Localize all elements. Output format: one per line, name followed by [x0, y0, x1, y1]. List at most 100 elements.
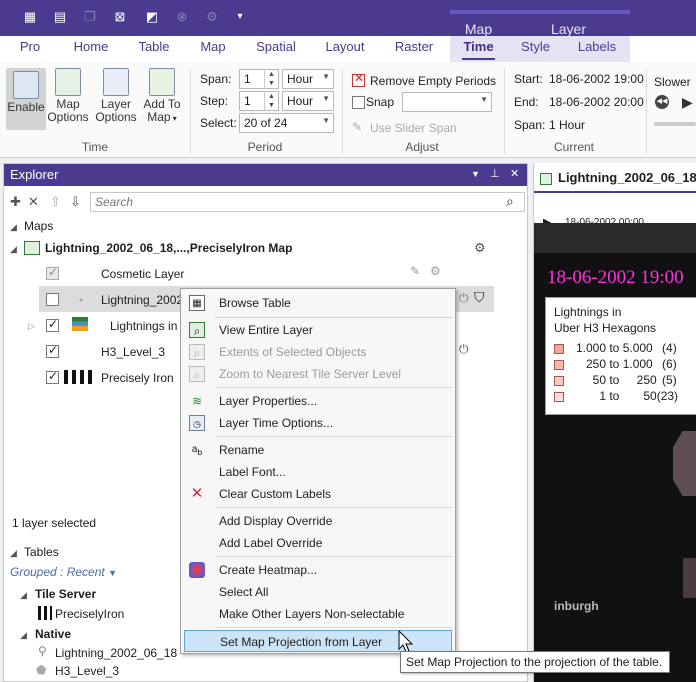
snap-select[interactable]: ▼ [402, 92, 492, 112]
add-icon[interactable]: ✚ [10, 194, 21, 210]
collapse-triangle-icon[interactable]: ◢ [10, 244, 17, 255]
snap-checkbox[interactable] [352, 96, 365, 109]
enable-time-button[interactable]: Enable [6, 68, 46, 130]
step-stepper[interactable]: 1 ▲ ▼ [239, 91, 279, 111]
maps-section-label: Maps [24, 219, 54, 233]
menu-browse-table[interactable]: ▦ Browse Table [181, 292, 455, 314]
panel-menu-icon[interactable]: ▼ [471, 169, 480, 179]
map-options-button[interactable]: Map Options [46, 68, 90, 124]
map-time-slider[interactable]: ▶ 18-06-2002 00:00 [534, 193, 696, 230]
delete-table-icon[interactable]: ⊠ [112, 9, 128, 25]
layer-name[interactable]: Precisely Iron [101, 371, 174, 385]
tab-table[interactable]: Table [132, 36, 176, 62]
menu-create-heatmap[interactable]: Create Heatmap... [181, 559, 455, 581]
collapse-triangle-icon[interactable]: ◢ [20, 630, 27, 641]
map-window-tab[interactable]: Lightning_2002_06_18,... [534, 163, 696, 193]
menu-label-font[interactable]: Label Font... [181, 461, 455, 483]
menu-extents-selected[interactable]: ⌕ Extents of Selected Objects [181, 341, 455, 363]
map-canvas-strip [534, 223, 696, 253]
tab-pro[interactable]: Pro [14, 36, 46, 62]
filter-icon[interactable]: ⛉ [474, 289, 485, 306]
move-up-icon[interactable]: ⇧ [50, 194, 61, 210]
layer-visibility-checkbox[interactable] [46, 293, 59, 306]
native-group[interactable]: Native [35, 627, 71, 641]
pin-icon[interactable]: ⊥ [490, 167, 500, 180]
hexagon-feature[interactable] [683, 558, 696, 598]
context-group-layer: Layer [507, 10, 630, 37]
menu-view-entire-layer[interactable]: ⌕ View Entire Layer [181, 319, 455, 341]
time-enabled-icon[interactable]: ⏻ [459, 291, 469, 306]
collapse-triangle-icon[interactable]: ◢ [10, 548, 17, 559]
hexagon-feature[interactable] [673, 431, 696, 496]
table-item[interactable]: H3_Level_3 [55, 664, 119, 678]
layer-visibility-checkbox[interactable] [46, 317, 59, 332]
map-window[interactable]: Lightning_2002_06_18,... ▶ 18-06-2002 00… [533, 163, 696, 682]
span-unit-select[interactable]: Hour ▼ [282, 69, 334, 89]
menu-layer-properties[interactable]: ≋ Layer Properties... [181, 390, 455, 412]
menu-make-non-selectable[interactable]: Make Other Layers Non-selectable [181, 603, 455, 625]
menu-add-display-override[interactable]: Add Display Override [181, 510, 455, 532]
tab-spatial[interactable]: Spatial [250, 36, 302, 62]
clock-icon [13, 71, 39, 99]
speed-slider[interactable] [654, 122, 696, 126]
expand-triangle-icon[interactable]: ▷ [28, 321, 35, 332]
settings-icon[interactable]: ⚙ [204, 9, 220, 25]
move-down-icon[interactable]: ⇩ [70, 194, 81, 210]
close-icon[interactable]: ✕ [510, 167, 519, 180]
map-settings-icon[interactable]: ⚙ [474, 240, 490, 255]
rewind-icon[interactable]: ◀◀ [655, 95, 669, 109]
layer-name[interactable]: H3_Level_3 [101, 345, 165, 359]
app-grid-icon[interactable]: ▦ [22, 9, 38, 25]
layer-name[interactable]: Cosmetic Layer [101, 267, 184, 281]
stepper-arrows-icon[interactable]: ▲ ▼ [264, 92, 278, 110]
menu-add-label-override[interactable]: Add Label Override [181, 532, 455, 554]
collapse-triangle-icon[interactable]: ◢ [20, 590, 27, 601]
map-node-name[interactable]: Lightning_2002_06_18,...,PreciselyIron M… [45, 241, 292, 255]
menu-layer-time-options[interactable]: ◷ Layer Time Options... [181, 412, 455, 434]
tab-labels[interactable]: Labels [564, 36, 630, 62]
layer-visibility-checkbox[interactable] [46, 369, 59, 384]
table-item[interactable]: PreciselyIron [55, 607, 124, 621]
tab-map[interactable]: Map [192, 36, 234, 62]
step-unit-select[interactable]: Hour ▼ [282, 91, 334, 111]
menu-rename[interactable]: ab Rename [181, 439, 455, 461]
tab-style[interactable]: Style [507, 36, 564, 62]
layer-visibility-checkbox[interactable] [46, 343, 59, 358]
legend-row: 1.000 to 5.000 (4) [554, 340, 688, 356]
tab-layout[interactable]: Layout [318, 36, 372, 62]
tab-home[interactable]: Home [66, 36, 116, 62]
layer-options-button[interactable]: Layer Options [94, 68, 138, 124]
layer-style-icon[interactable]: ⚙ [430, 264, 441, 278]
cancel-icon[interactable]: ⊗ [174, 9, 190, 25]
add-to-map-button[interactable]: Add To Map ▾ [140, 68, 184, 125]
copy-icon[interactable]: ❐ [82, 9, 98, 25]
layer-name[interactable]: Lightnings in [110, 319, 177, 333]
menu-zoom-tile-level[interactable]: ⌕ Zoom to Nearest Tile Server Level [181, 363, 455, 385]
tab-time[interactable]: Time [450, 36, 507, 62]
edit-pencil-icon[interactable]: ✎ [410, 264, 420, 278]
grouping-selector[interactable]: Grouped : Recent ▼ [10, 565, 117, 579]
chevron-down-icon: ▼ [480, 95, 488, 104]
tile-server-group[interactable]: Tile Server [35, 587, 96, 601]
use-slider-span-icon[interactable]: ✎ [352, 120, 362, 134]
layer-visibility-checkbox[interactable] [46, 265, 59, 280]
collapse-triangle-icon[interactable]: ◢ [10, 222, 17, 233]
search-icon[interactable]: ⌕ [506, 193, 514, 210]
save-icon[interactable]: ◩ [144, 9, 160, 25]
tab-raster[interactable]: Raster [388, 36, 440, 62]
stepper-arrows-icon[interactable]: ▲ ▼ [264, 70, 278, 88]
remove-icon[interactable]: ✕ [28, 194, 39, 210]
table-item[interactable]: Lightning_2002_06_18 [55, 646, 177, 660]
slower-button[interactable]: Slower [654, 75, 691, 89]
play-icon[interactable]: ▶ [682, 94, 693, 111]
time-enabled-icon[interactable]: ⏻ [459, 342, 469, 357]
search-input[interactable]: Search [90, 192, 525, 212]
new-table-icon[interactable]: ▤ [52, 9, 68, 25]
remove-empty-periods-checkbox[interactable]: ✕ [352, 71, 365, 87]
menu-select-all[interactable]: Select All [181, 581, 455, 603]
select-period-select[interactable]: 20 of 24 ▼ [239, 113, 334, 133]
menu-clear-custom-labels[interactable]: ✕ Clear Custom Labels [181, 483, 455, 505]
customize-dropdown-icon[interactable]: ▾ [232, 9, 248, 25]
layer-name[interactable]: Lightning_2002 [101, 293, 183, 307]
span-stepper[interactable]: 1 ▲ ▼ [239, 69, 279, 89]
